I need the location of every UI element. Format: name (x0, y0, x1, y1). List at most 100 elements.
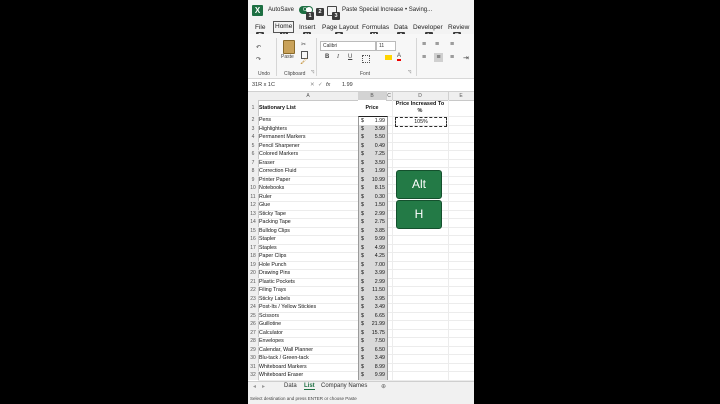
item-cell[interactable]: Packing Tape (258, 218, 359, 227)
price-cell[interactable]: $10.99 (358, 175, 388, 184)
item-cell[interactable]: Whiteboard Eraser (258, 371, 359, 380)
align-right-icon[interactable]: ≡ (450, 54, 454, 61)
add-sheet-icon[interactable]: ⊕ (381, 383, 386, 390)
row-number[interactable]: 6 (248, 150, 258, 159)
price-cell[interactable]: $0.30 (358, 192, 388, 201)
item-cell[interactable]: Plastic Pockets (258, 278, 359, 287)
item-cell[interactable]: Permanent Markers (258, 133, 359, 142)
item-cell[interactable]: Pens (258, 116, 359, 125)
item-cell[interactable]: Correction Fluid (258, 167, 359, 176)
font-launcher-icon[interactable]: ◹ (408, 69, 411, 74)
price-cell[interactable]: $4.99 (358, 243, 388, 252)
price-cell[interactable]: $3.85 (358, 226, 388, 235)
row-number[interactable]: 26 (248, 320, 258, 329)
tab-developer[interactable]: Developer (413, 24, 443, 31)
sheet-tab-company-names[interactable]: Company Names (321, 383, 367, 389)
item-cell[interactable]: Filing Trays (258, 286, 359, 295)
row-number[interactable]: 2 (248, 116, 258, 125)
price-cell[interactable]: $7.25 (358, 150, 388, 159)
row-number[interactable]: 18 (248, 252, 258, 261)
row-number[interactable]: 23 (248, 295, 258, 304)
next-sheet-icon[interactable]: ▸ (262, 383, 265, 390)
cut-icon[interactable]: ✂ (301, 41, 306, 48)
item-cell[interactable]: Post-Its / Yellow Stickies (258, 303, 359, 312)
worksheet-grid[interactable]: 1 Stationary List Price 2 Pens $1.99 3 Highligh… (248, 100, 474, 381)
item-cell[interactable]: Notebooks (258, 184, 359, 193)
row-number[interactable]: 8 (248, 167, 258, 176)
paste-button-label[interactable]: Paste (281, 54, 294, 60)
align-left-icon[interactable]: ≡ (422, 54, 426, 61)
paste-icon[interactable] (283, 40, 295, 54)
price-cell[interactable]: $3.49 (358, 303, 388, 312)
row-number[interactable]: 13 (248, 210, 258, 219)
item-cell[interactable]: Printer Paper (258, 176, 359, 185)
row-number[interactable]: 5 (248, 142, 258, 151)
row-number[interactable]: 7 (248, 159, 258, 168)
price-cell[interactable]: $3.95 (358, 294, 388, 303)
item-cell[interactable]: Guillotine (258, 320, 359, 329)
item-cell[interactable]: Scissors (258, 312, 359, 321)
row-number[interactable]: 32 (248, 371, 258, 380)
font-size-box[interactable]: 11 (376, 41, 396, 51)
tab-insert[interactable]: Insert (299, 24, 315, 31)
format-painter-icon[interactable]: 🖌 (300, 58, 308, 65)
price-cell[interactable]: $1.99 (358, 167, 388, 176)
tab-formulas[interactable]: Formulas (362, 24, 389, 31)
price-cell[interactable]: $2.99 (358, 209, 388, 218)
clipboard-launcher-icon[interactable]: ◹ (311, 69, 314, 74)
prev-sheet-icon[interactable]: ◂ (253, 383, 256, 390)
item-cell[interactable]: Drawing Pins (258, 269, 359, 278)
price-cell[interactable]: $15.75 (358, 328, 388, 337)
row-number[interactable]: 14 (248, 218, 258, 227)
item-cell[interactable]: Eraser (258, 159, 359, 168)
price-cell[interactable]: $3.50 (358, 158, 388, 167)
col-header-b[interactable]: B (358, 92, 387, 100)
align-center-icon[interactable]: ≡ (434, 53, 443, 62)
align-middle-icon[interactable]: ≡ (435, 41, 439, 48)
row-number[interactable]: 24 (248, 303, 258, 312)
item-cell[interactable]: Sticky Labels (258, 295, 359, 304)
font-name-box[interactable]: Calibri (320, 41, 376, 51)
enter-icon[interactable]: ✓ (318, 82, 323, 88)
tab-page-layout[interactable]: Page Layout (322, 24, 359, 31)
price-cell[interactable]: $3.99 (358, 269, 388, 278)
price-cell[interactable]: $7.00 (358, 260, 388, 269)
price-cell[interactable]: $4.25 (358, 252, 388, 261)
price-header[interactable]: Price (358, 100, 386, 116)
price-cell[interactable]: $5.50 (358, 133, 388, 142)
align-top-icon[interactable]: ≡ (422, 41, 426, 48)
indent-icon[interactable]: ⇥ (463, 54, 469, 62)
name-box[interactable]: 31R x 1C (252, 82, 275, 88)
item-cell[interactable]: Stapler (258, 235, 359, 244)
fx-icon[interactable]: fx (326, 82, 330, 88)
row-number[interactable]: 27 (248, 329, 258, 338)
row-number[interactable]: 15 (248, 227, 258, 236)
row-number[interactable]: 12 (248, 201, 258, 210)
price-cell[interactable]: $9.99 (358, 235, 388, 244)
item-cell[interactable]: Whiteboard Markers (258, 363, 359, 372)
sheet-tab-list[interactable]: List (304, 383, 315, 390)
row-number[interactable]: 22 (248, 286, 258, 295)
row-number[interactable]: 3 (248, 125, 258, 134)
price-cell[interactable]: $11.50 (358, 286, 388, 295)
row-number[interactable]: 4 (248, 133, 258, 142)
price-cell[interactable]: $3.99 (358, 124, 388, 133)
item-cell[interactable]: Sticky Tape (258, 210, 359, 219)
item-cell[interactable]: Colored Markers (258, 150, 359, 159)
item-cell[interactable]: Bulldog Clips (258, 227, 359, 236)
row-number[interactable]: 17 (248, 244, 258, 253)
item-cell[interactable]: Pencil Sharpener (258, 142, 359, 151)
redo-icon[interactable]: ↷ (256, 56, 261, 63)
price-cell[interactable]: $8.15 (358, 184, 388, 193)
item-cell[interactable]: Paper Clips (258, 252, 359, 261)
row-number[interactable]: 31 (248, 363, 258, 372)
price-cell[interactable]: $2.99 (358, 277, 388, 286)
price-increase-cell[interactable]: 105% (395, 117, 447, 127)
row-number[interactable]: 28 (248, 337, 258, 346)
tab-file[interactable]: File (255, 24, 265, 31)
sheet-tab-data[interactable]: Data (284, 383, 297, 389)
price-cell[interactable]: $1.50 (358, 201, 388, 210)
item-cell[interactable]: Ruler (258, 193, 359, 202)
col-header-e[interactable]: E (448, 92, 474, 100)
price-cell[interactable]: $6.65 (358, 311, 388, 320)
